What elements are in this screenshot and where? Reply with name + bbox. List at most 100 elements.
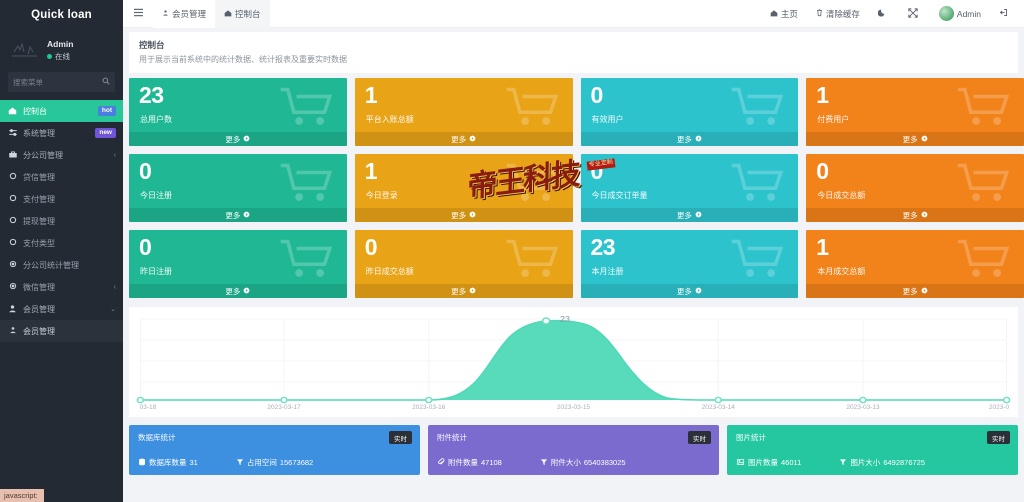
home-icon [224,9,232,19]
arrow-circle-icon [469,135,476,144]
fullscreen-button[interactable] [899,0,930,28]
stat-card-grid: 23总用户数 更多1平台入账总额 更多0有效用户 更多1付费用户 更多0今日注册… [123,78,1024,298]
more-label: 更多 [903,286,918,297]
dashboard-icon [7,106,18,117]
chart-tick-label: 03-18 [140,404,157,411]
chevron-down-icon: ⌄ [110,305,116,313]
stat-label: 今日成交订单量 [592,190,648,201]
more-button[interactable]: 更多 [806,208,1024,222]
sidebar-item-members-current[interactable]: 会员管理 [0,320,123,342]
sidebar-item-payment[interactable]: 支付管理 [0,188,123,210]
more-button[interactable]: 更多 [355,132,573,146]
sidebar-item-branch-stats[interactable]: 分公司统计管理 [0,254,123,276]
more-button[interactable]: 更多 [581,132,799,146]
cart-icon [279,162,335,204]
theme-toggle-button[interactable] [869,0,899,28]
stat-card[interactable]: 1付费用户 更多 [806,78,1024,146]
sidebar-item-members[interactable]: 会员管理 ⌄ [0,298,123,320]
info-card: 附件统计实时附件数量47108附件大小6540383025 [428,425,719,475]
sidebar-item-withdraw[interactable]: 提现管理 [0,210,123,232]
dashboard-content: 控制台 用于展示当前系统中的统计数据、统计报表及重要实时数据 23总用户数 更多… [123,28,1024,502]
realtime-button[interactable]: 实时 [987,431,1010,444]
sidebar-item-branch[interactable]: 分公司管理 ‹ [0,144,123,166]
stat-card[interactable]: 1平台入账总额 更多 [355,78,573,146]
hamburger-icon[interactable] [123,8,153,20]
stat-card[interactable]: 0 今日成交订单量 更多 [581,154,799,222]
home-button-label: 主页 [781,8,798,20]
stat-card[interactable]: 1今日登录 更多 [355,154,573,222]
user-icon [7,326,18,336]
info-metric-label: 占用空间 [247,457,277,468]
topbar: 会员管理 控制台 主页 [123,0,1024,28]
stat-card[interactable]: 23总用户数 更多 [129,78,347,146]
sidebar-menu: 控制台 hot 系统管理 new 分公司管理 ‹ [0,100,123,342]
more-button[interactable]: 更多 [806,132,1024,146]
stat-value: 1 [816,84,828,107]
more-button[interactable]: 更多 [129,284,347,298]
stat-card[interactable]: 0有效用户 更多 [581,78,799,146]
arrow-circle-icon [469,211,476,220]
stat-card[interactable]: 0今日注册 更多 [129,154,347,222]
stat-label: 昨日注册 [140,266,172,277]
more-label: 更多 [677,210,692,221]
more-button[interactable]: 更多 [581,208,799,222]
stat-card[interactable]: 23本月注册 更多 [581,230,799,298]
realtime-button[interactable]: 实时 [688,431,711,444]
more-button[interactable]: 更多 [355,208,573,222]
info-metric-value: 15673682 [280,458,313,467]
sidebar-item-label: 分公司统计管理 [23,260,116,271]
sidebar-item-dashboard[interactable]: 控制台 hot [0,100,123,122]
stat-value: 0 [816,160,828,183]
home-button[interactable]: 主页 [761,0,807,28]
info-metric: 数据库数量31 [138,457,198,468]
stat-label: 总用户数 [140,114,172,125]
sidebar-item-payment-type[interactable]: 支付类型 [0,232,123,254]
cart-icon [956,162,1012,204]
tab-members[interactable]: 会员管理 [153,0,215,28]
logout-button[interactable] [990,0,1020,28]
info-card: 图片统计实时图片数量46011图片大小6492876725 [727,425,1018,475]
stat-card[interactable]: 0 今日成交总额 更多 [806,154,1024,222]
sidebar-item-label: 分公司管理 [23,150,109,161]
chevron-left-icon: ‹ [114,284,116,291]
stat-card[interactable]: 0昨日注册 更多 [129,230,347,298]
more-button[interactable]: 更多 [806,284,1024,298]
stat-value: 23 [591,236,616,259]
funnel-icon [236,458,244,468]
cart-icon [505,162,561,204]
sidebar-item-credit[interactable]: 贷信管理 [0,166,123,188]
sidebar-item-system[interactable]: 系统管理 new [0,122,123,144]
status-badge: new [95,128,116,138]
realtime-button[interactable]: 实时 [389,431,412,444]
logout-icon [999,8,1008,19]
info-card-title: 图片统计 [736,432,1009,443]
sidebar-item-label: 系统管理 [23,128,90,139]
search-icon[interactable] [102,77,110,87]
brand-title: Quick loan [0,0,123,30]
sidebar-item-wechat[interactable]: 微信管理 ‹ [0,276,123,298]
sidebar: Quick loan Admin 在线 [0,0,123,502]
search-box[interactable] [8,72,115,92]
stat-value: 0 [591,160,603,183]
tab-dashboard[interactable]: 控制台 [215,0,270,28]
more-label: 更多 [451,134,466,145]
stat-card[interactable]: 1本月成交总额 更多 [806,230,1024,298]
profile-block: Admin 在线 [0,30,123,72]
stat-label: 今日成交总额 [817,190,865,201]
stat-card[interactable]: 0昨日成交总额 更多 [355,230,573,298]
arrow-circle-icon [695,211,702,220]
clear-cache-button[interactable]: 清除缓存 [807,0,869,28]
more-button[interactable]: 更多 [581,284,799,298]
more-button[interactable]: 更多 [129,208,347,222]
sidebar-item-label: 会员管理 [23,326,116,337]
page-header: 控制台 用于展示当前系统中的统计数据、统计报表及重要实时数据 [129,32,1018,73]
info-metric-value: 6540383025 [584,458,626,467]
stat-label: 有效用户 [592,114,624,125]
more-button[interactable]: 更多 [355,284,573,298]
more-button[interactable]: 更多 [129,132,347,146]
user-menu[interactable]: Admin [930,0,990,28]
topbar-actions: 主页 清除缓存 [761,0,1024,28]
paperclip-icon [437,458,445,468]
search-input[interactable] [13,78,102,87]
chart-tick-label: 2023-03-17 [267,404,300,411]
